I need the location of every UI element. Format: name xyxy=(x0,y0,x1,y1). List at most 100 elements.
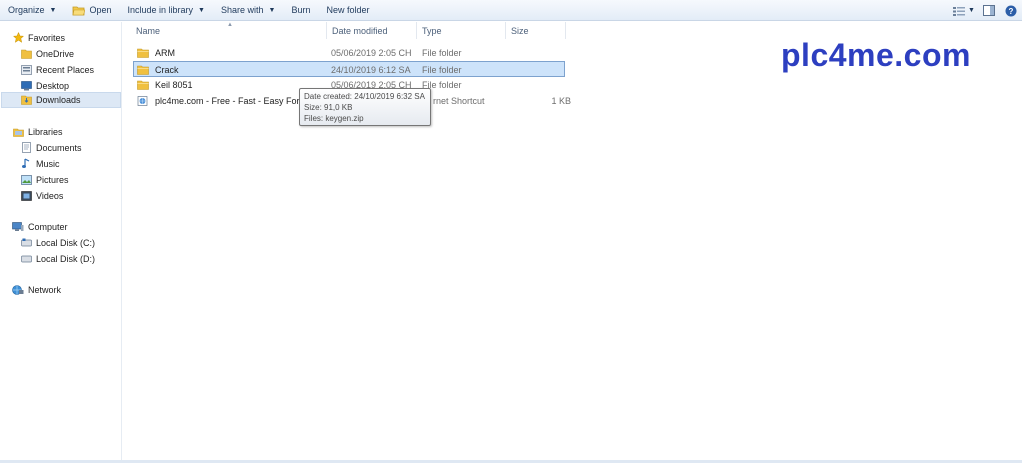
file-row[interactable]: ARM 05/06/2019 2:05 CH File folder xyxy=(133,45,565,61)
file-row-selected[interactable]: Crack 24/10/2019 6:12 SA File folder xyxy=(133,61,565,77)
column-type[interactable]: Type xyxy=(417,22,506,39)
nav-documents-label: Documents xyxy=(36,142,82,153)
folder-icon xyxy=(137,65,149,75)
column-name-label: Name xyxy=(136,25,161,36)
navigation-pane: Favorites OneDrive Recent Places Desktop… xyxy=(0,22,122,463)
preview-pane-button[interactable] xyxy=(978,0,1000,21)
nav-onedrive[interactable]: OneDrive xyxy=(20,46,74,61)
nav-videos[interactable]: Videos xyxy=(20,188,63,203)
file-name: Keil 8051 xyxy=(155,80,193,90)
folder-icon xyxy=(20,48,32,59)
include-in-library-button[interactable]: Include in library ▼ xyxy=(120,0,213,21)
change-view-button[interactable]: ▼ xyxy=(950,0,978,21)
nav-network-label: Network xyxy=(28,284,62,295)
tooltip-files: Files: keygen.zip xyxy=(304,114,364,123)
nav-documents[interactable]: Documents xyxy=(20,140,82,155)
new-folder-button[interactable]: New folder xyxy=(318,0,377,21)
file-date: 05/06/2019 2:05 CH xyxy=(331,48,412,58)
svg-text:?: ? xyxy=(1009,7,1014,16)
nav-computer-label: Computer xyxy=(28,221,68,232)
nav-recent-places-label: Recent Places xyxy=(36,64,95,75)
pictures-icon xyxy=(20,174,32,185)
column-size-label: Size xyxy=(511,25,529,36)
nav-onedrive-label: OneDrive xyxy=(36,48,75,59)
nav-computer[interactable]: Computer xyxy=(12,219,68,234)
folder-icon xyxy=(137,48,149,58)
libraries-icon xyxy=(12,126,24,137)
burn-button[interactable]: Burn xyxy=(283,0,318,21)
column-type-label: Type xyxy=(422,25,442,36)
column-name[interactable]: Name xyxy=(131,22,327,39)
preview-pane-icon xyxy=(983,5,995,16)
nav-local-disk-c-label: Local Disk (C:) xyxy=(36,237,96,248)
column-date-modified[interactable]: Date modified xyxy=(327,22,417,39)
nav-libraries-label: Libraries xyxy=(28,126,63,137)
organize-button[interactable]: Organize ▼ xyxy=(0,0,64,21)
computer-icon xyxy=(12,221,24,232)
drive-icon xyxy=(20,253,32,264)
nav-downloads-label: Downloads xyxy=(36,95,81,105)
star-icon xyxy=(12,32,24,43)
burn-label: Burn xyxy=(291,5,311,15)
nav-downloads[interactable]: Downloads xyxy=(1,92,121,108)
file-type: rnet Shortcut xyxy=(433,96,485,106)
drive-icon xyxy=(20,237,32,248)
tooltip-date-created: Date created: 24/10/2019 6:32 SA xyxy=(304,92,425,101)
file-type: File folder xyxy=(422,48,462,58)
nav-network[interactable]: Network xyxy=(12,282,61,297)
nav-music[interactable]: Music xyxy=(20,156,60,171)
file-info-tooltip: Date created: 24/10/2019 6:32 SA Size: 9… xyxy=(299,88,431,126)
nav-local-disk-d[interactable]: Local Disk (D:) xyxy=(20,251,95,266)
videos-icon xyxy=(20,190,32,201)
open-label: Open xyxy=(89,5,112,15)
nav-videos-label: Videos xyxy=(36,190,64,201)
new-folder-label: New folder xyxy=(326,5,370,15)
folder-icon xyxy=(137,80,149,90)
nav-desktop[interactable]: Desktop xyxy=(20,78,69,93)
help-icon: ? xyxy=(1005,5,1017,16)
network-icon xyxy=(12,284,24,295)
nav-pictures-label: Pictures xyxy=(36,174,69,185)
nav-local-disk-d-label: Local Disk (D:) xyxy=(36,253,96,264)
nav-music-label: Music xyxy=(36,158,60,169)
nav-local-disk-c[interactable]: Local Disk (C:) xyxy=(20,235,95,250)
nav-desktop-label: Desktop xyxy=(36,80,70,91)
share-with-label: Share with xyxy=(220,5,264,15)
file-name: plc4me.com - Free - Fast - Easy For A xyxy=(155,96,308,106)
nav-recent-places[interactable]: Recent Places xyxy=(20,62,94,77)
file-name: ARM xyxy=(155,48,175,58)
internet-shortcut-icon xyxy=(137,96,148,106)
nav-favorites[interactable]: Favorites xyxy=(12,30,65,45)
share-with-button[interactable]: Share with ▼ xyxy=(213,0,283,21)
nav-libraries[interactable]: Libraries xyxy=(12,124,63,139)
column-date-modified-label: Date modified xyxy=(332,25,388,36)
documents-icon xyxy=(20,142,32,153)
open-folder-icon xyxy=(73,6,86,15)
organize-label: Organize xyxy=(8,5,45,15)
file-name-cell: Crack xyxy=(137,62,327,78)
file-name-cell: ARM xyxy=(137,45,327,61)
file-date: 24/10/2019 6:12 SA xyxy=(331,65,411,75)
watermark-text: plc4me.com xyxy=(781,37,971,73)
file-type: File folder xyxy=(422,65,462,75)
nav-favorites-label: Favorites xyxy=(28,32,66,43)
column-size[interactable]: Size xyxy=(506,22,566,39)
music-icon xyxy=(20,158,32,169)
desktop-icon xyxy=(20,80,32,91)
file-list-pane: ▲ Name Date modified Type Size ARM 05/06… xyxy=(123,22,1022,463)
include-in-library-label: Include in library xyxy=(127,5,194,15)
tooltip-size: Size: 91,0 KB xyxy=(304,103,353,112)
chevron-down-icon: ▼ xyxy=(968,7,975,14)
chevron-down-icon: ▼ xyxy=(198,6,205,14)
open-button[interactable]: Open xyxy=(64,0,119,21)
help-button[interactable]: ? xyxy=(1000,0,1022,21)
chevron-down-icon: ▼ xyxy=(268,6,276,14)
toolbar-right: ▼ ? xyxy=(950,0,1022,21)
nav-pictures[interactable]: Pictures xyxy=(20,172,69,187)
file-size: 1 KB xyxy=(551,96,571,106)
chevron-down-icon: ▼ xyxy=(49,6,57,14)
file-type: File folder xyxy=(422,80,462,90)
recent-places-icon xyxy=(20,64,32,75)
view-list-icon xyxy=(953,6,966,16)
command-bar: Organize ▼ Open Include in library ▼ Sha… xyxy=(0,0,1022,21)
